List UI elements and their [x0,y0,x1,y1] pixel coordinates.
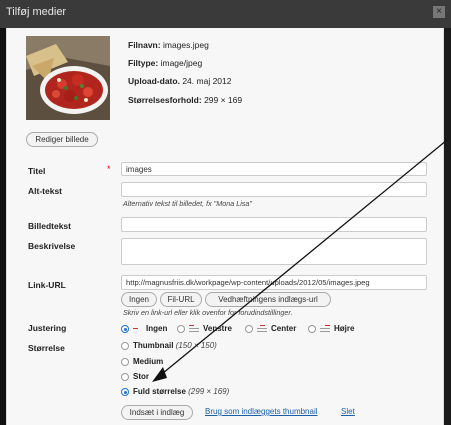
annotation-arrow [152,139,448,382]
